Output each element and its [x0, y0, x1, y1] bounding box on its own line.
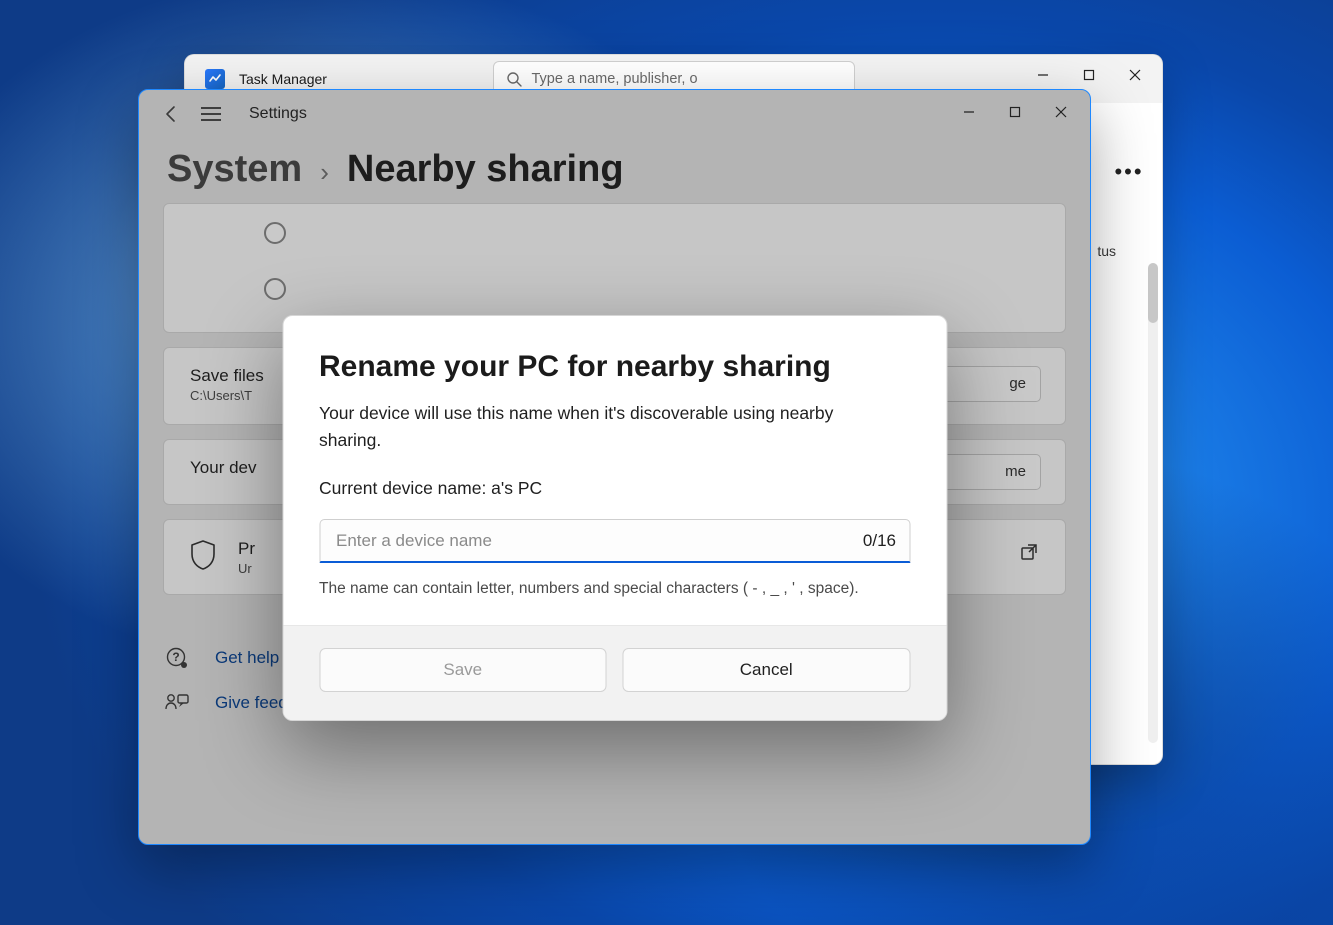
- nav-toggle-button[interactable]: [193, 96, 229, 132]
- get-help-label: Get help: [215, 648, 279, 668]
- nearby-sharing-visibility-card: [163, 203, 1066, 333]
- char-count: 0/16: [863, 519, 896, 563]
- settings-window-controls: [946, 92, 1084, 132]
- chevron-right-icon: ›: [320, 157, 329, 188]
- feedback-icon: [163, 693, 191, 713]
- open-external-icon: [1019, 542, 1039, 567]
- taskmgr-app-icon: [205, 69, 225, 89]
- back-button[interactable]: [153, 96, 189, 132]
- settings-app-name: Settings: [249, 105, 307, 123]
- taskmgr-column-status: tus: [1097, 243, 1116, 259]
- breadcrumb-page: Nearby sharing: [347, 148, 624, 191]
- taskmgr-title: Task Manager: [239, 71, 327, 87]
- radio-option[interactable]: [264, 278, 286, 300]
- close-button[interactable]: [1038, 92, 1084, 132]
- dialog-title: Rename your PC for nearby sharing: [319, 350, 910, 384]
- search-icon: [506, 71, 522, 87]
- settings-window: Settings System › Nearby sharing: [138, 89, 1091, 845]
- rename-pc-dialog: Rename your PC for nearby sharing Your d…: [282, 315, 947, 721]
- breadcrumb: System › Nearby sharing: [139, 138, 1090, 203]
- taskmgr-search-placeholder: Type a name, publisher, o: [532, 71, 698, 87]
- dialog-hint: The name can contain letter, numbers and…: [319, 577, 910, 600]
- dialog-description: Your device will use this name when it's…: [319, 400, 879, 454]
- save-button[interactable]: Save: [319, 648, 607, 692]
- desktop-wallpaper: Task Manager Type a name, publisher, o: [0, 0, 1333, 925]
- scrollbar[interactable]: [1148, 263, 1158, 743]
- device-name-input-wrap: 0/16: [319, 519, 910, 563]
- dialog-body: Rename your PC for nearby sharing Your d…: [283, 316, 946, 625]
- privacy-title: Pr: [238, 539, 255, 559]
- privacy-texts: Pr Ur: [238, 539, 255, 576]
- maximize-button[interactable]: [992, 92, 1038, 132]
- more-button[interactable]: •••: [1108, 151, 1150, 193]
- breadcrumb-root[interactable]: System: [167, 148, 302, 191]
- cancel-button[interactable]: Cancel: [623, 648, 911, 692]
- radio-option[interactable]: [264, 222, 286, 244]
- privacy-subtitle: Ur: [238, 561, 255, 576]
- help-icon: ?: [163, 647, 191, 669]
- dialog-actions: Save Cancel: [283, 625, 946, 720]
- minimize-button[interactable]: [946, 92, 992, 132]
- device-name-input[interactable]: [319, 519, 910, 563]
- shield-icon: [190, 540, 216, 575]
- close-button[interactable]: [1112, 55, 1158, 95]
- settings-titlebar: Settings: [139, 90, 1090, 138]
- svg-text:?: ?: [172, 650, 179, 664]
- dialog-current-name: Current device name: a's PC: [319, 478, 910, 499]
